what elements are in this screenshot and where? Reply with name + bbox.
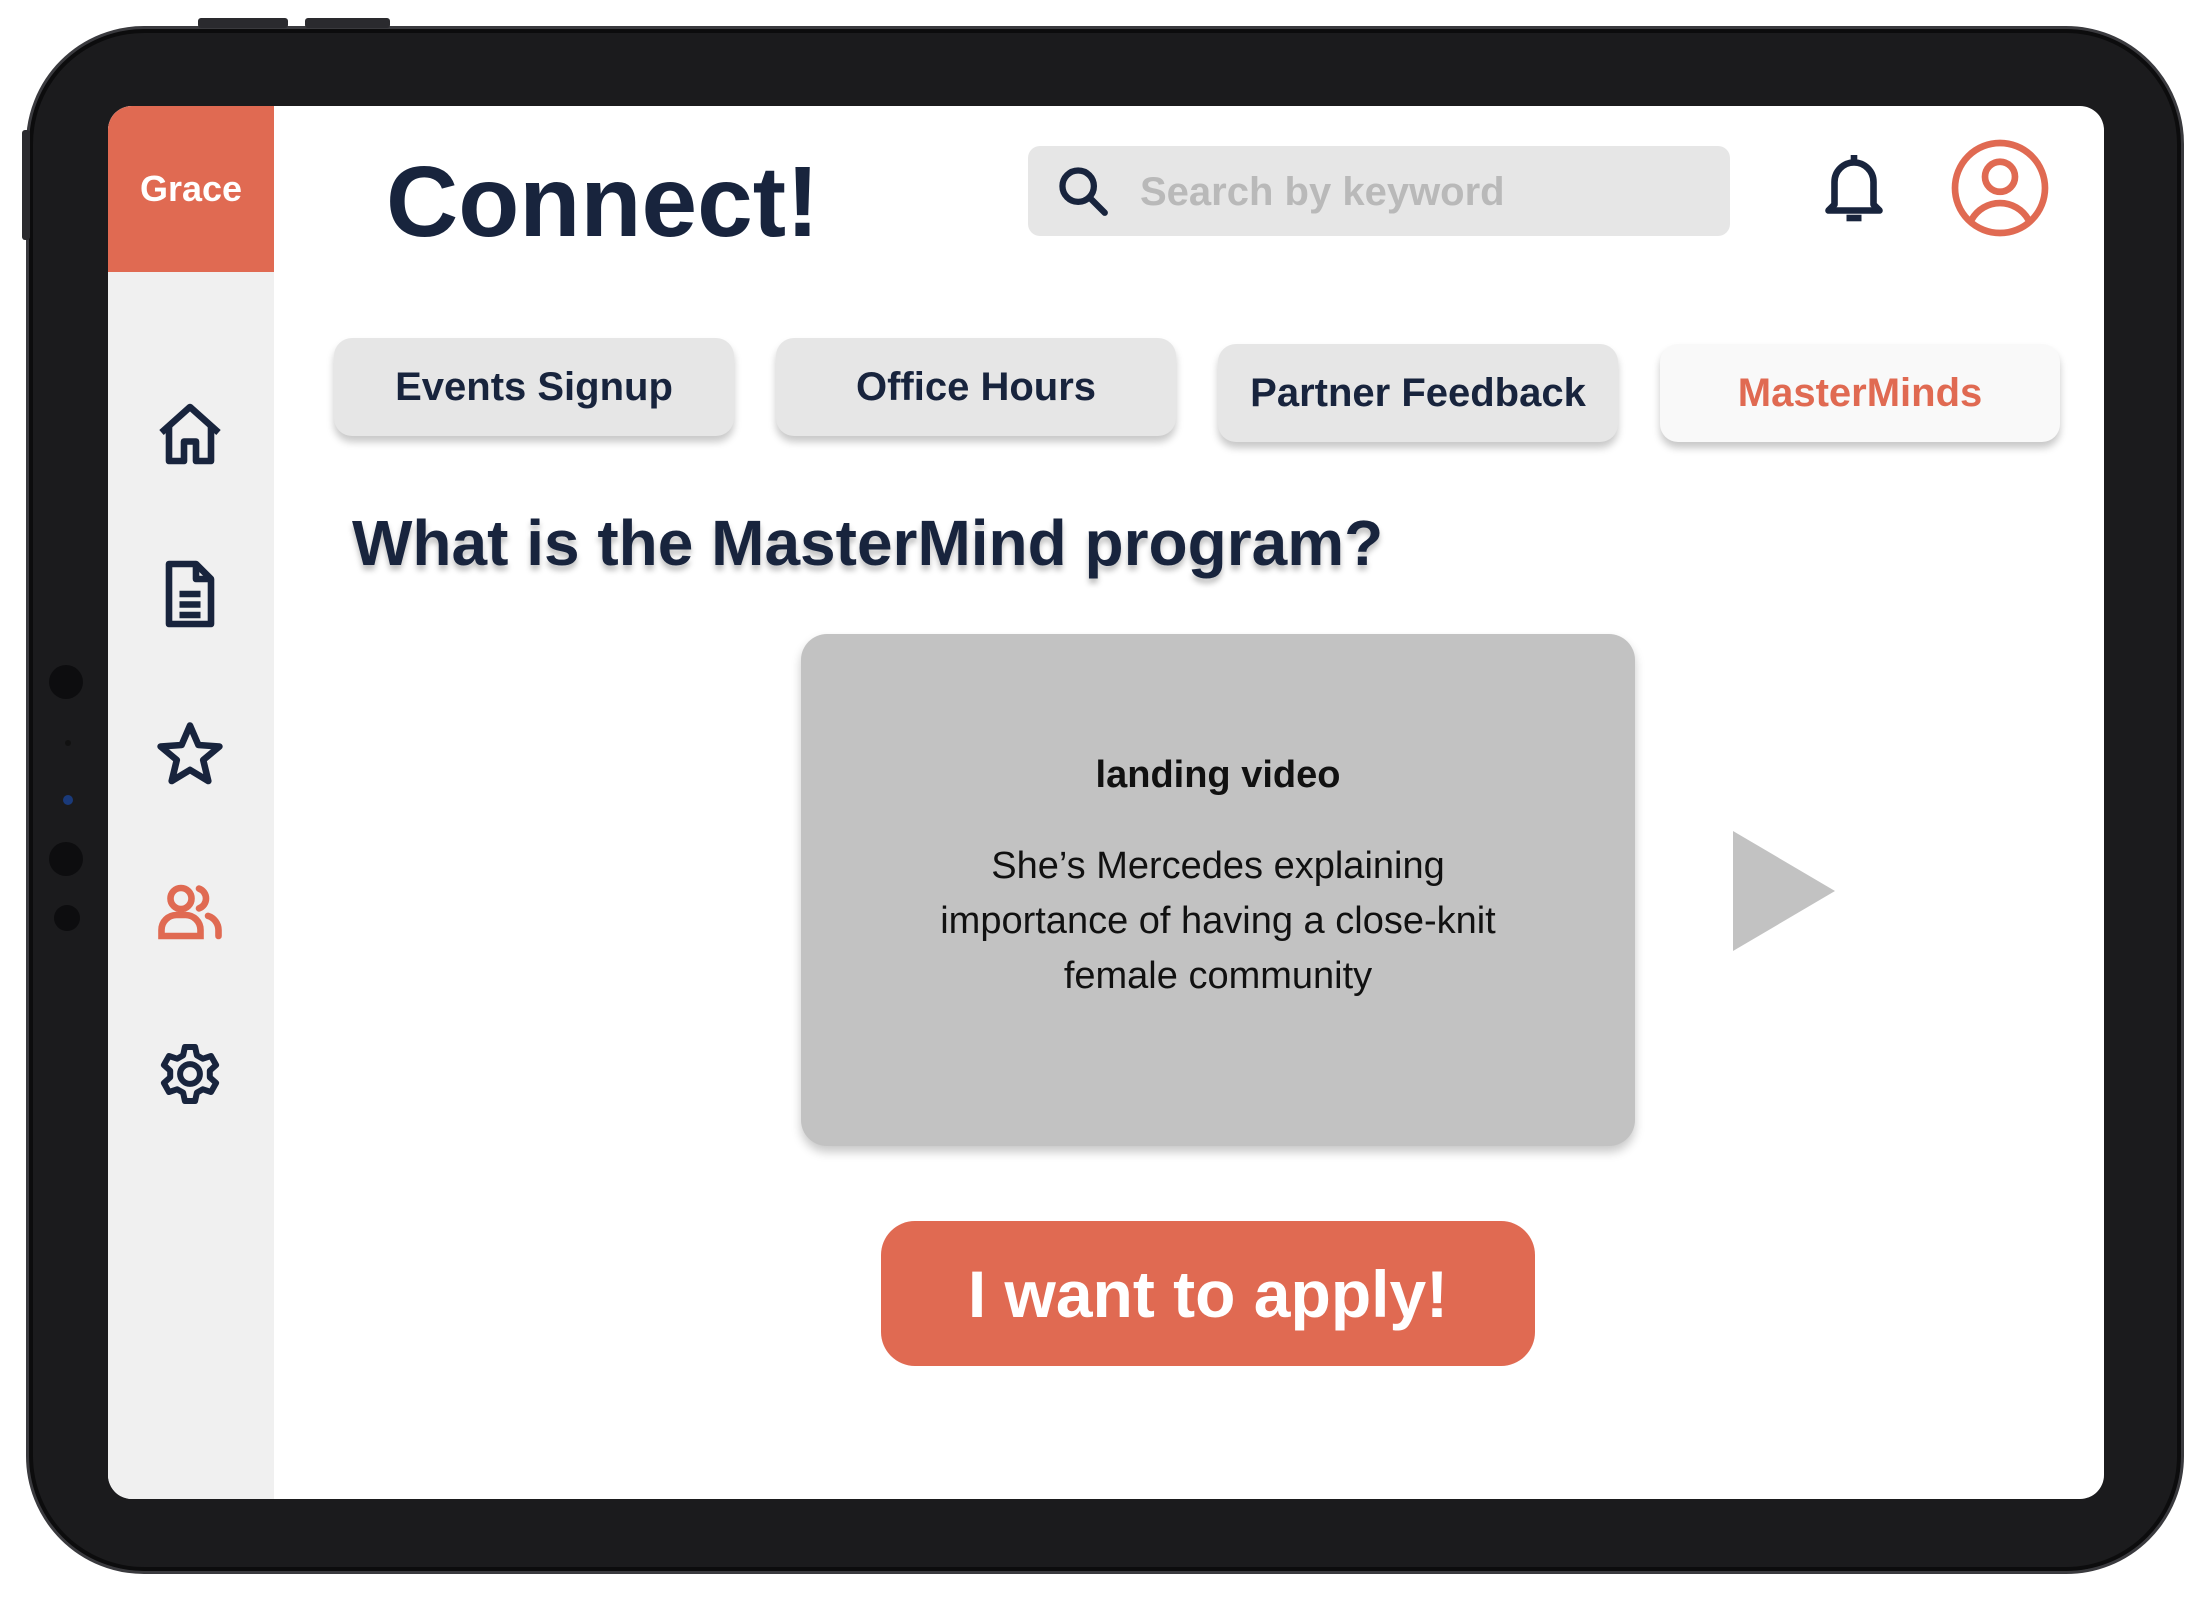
sidebar-item-community[interactable] xyxy=(148,870,232,954)
video-description: She’s Mercedes explaining importance of … xyxy=(940,845,1496,997)
tab-partner-feedback[interactable]: Partner Feedback xyxy=(1218,344,1618,442)
document-icon xyxy=(165,560,215,628)
search-input[interactable] xyxy=(1138,146,1712,238)
tab-office-hours[interactable]: Office Hours xyxy=(776,338,1176,436)
tab-label: Office Hours xyxy=(855,364,1097,409)
camera-indicator xyxy=(63,795,73,805)
apply-button[interactable]: I want to apply! xyxy=(881,1221,1535,1366)
camera-lens xyxy=(49,665,83,699)
sidebar-item-favorites[interactable] xyxy=(148,712,232,796)
volume-down-button xyxy=(305,18,390,28)
power-button xyxy=(22,130,30,240)
search-bar[interactable] xyxy=(1028,146,1730,238)
tab-label: MasterMinds xyxy=(1737,370,1983,415)
sidebar-item-documents[interactable] xyxy=(148,552,232,636)
home-icon xyxy=(159,403,221,465)
gear-icon xyxy=(160,1044,220,1104)
user-name: Grace xyxy=(139,168,243,209)
profile-avatar-icon[interactable] xyxy=(1950,138,2050,238)
users-icon xyxy=(158,884,222,940)
sidebar-item-home[interactable] xyxy=(148,392,232,476)
video-title: landing video xyxy=(1095,754,1341,796)
app-title: Connect! xyxy=(386,146,820,258)
sidebar-item-settings[interactable] xyxy=(148,1032,232,1116)
volume-up-button xyxy=(198,18,288,28)
camera-sensor xyxy=(65,740,71,746)
camera-lens xyxy=(49,842,83,876)
tab-label: Partner Feedback xyxy=(1250,370,1586,415)
user-name-tile[interactable]: Grace xyxy=(108,106,274,272)
section-heading: What is the MasterMind program? xyxy=(352,507,1384,579)
bell-icon[interactable] xyxy=(1818,148,1890,228)
landing-video-placeholder[interactable]: landing video She’s Mercedes explaining … xyxy=(801,634,1635,1146)
sidebar: Grace xyxy=(108,106,274,1499)
play-icon[interactable] xyxy=(1733,831,1843,951)
camera-flash xyxy=(54,905,80,931)
tab-label: Events Signup xyxy=(395,364,673,409)
search-icon xyxy=(1059,167,1108,216)
tab-events-signup[interactable]: Events Signup xyxy=(334,338,734,436)
app-screen: Grace Connect! Search by keyword Events … xyxy=(108,106,2104,1499)
star-icon xyxy=(157,722,223,785)
tab-masterminds[interactable]: MasterMinds xyxy=(1660,344,2060,442)
